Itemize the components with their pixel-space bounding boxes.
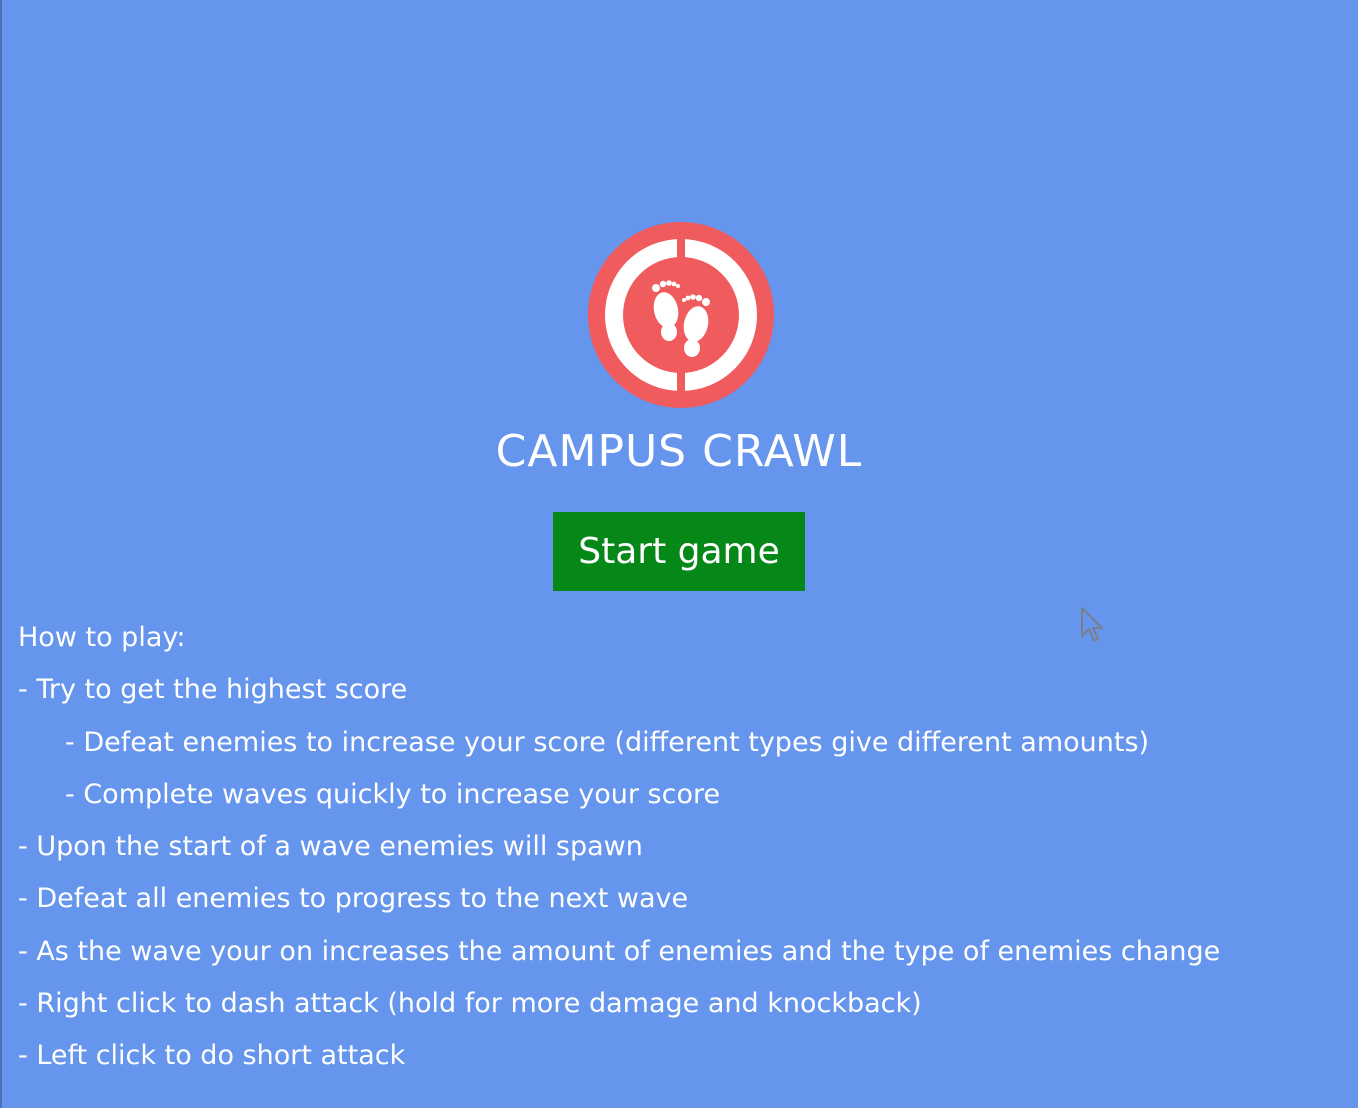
start-game-button[interactable]: Start game: [553, 512, 805, 591]
footprints-icon: [588, 222, 774, 408]
instruction-line: - As the wave your on increases the amou…: [18, 935, 1221, 967]
instruction-line: - Upon the start of a wave enemies will …: [18, 831, 643, 863]
game-title: CAMPUS CRAWL: [495, 426, 863, 477]
instruction-line: - Complete waves quickly to increase you…: [65, 778, 721, 810]
instruction-line: - Defeat all enemies to progress to the …: [18, 883, 689, 915]
how-to-play-panel: How to play: - Try to get the highest sc…: [18, 612, 1353, 1083]
instruction-line: - Try to get the highest score: [18, 674, 408, 706]
instruction-line: - Defeat enemies to increase your score …: [65, 726, 1150, 758]
instruction-line: - Right click to dash attack (hold for m…: [18, 988, 922, 1020]
game-logo: [586, 220, 776, 410]
how-to-play-heading: How to play:: [18, 622, 186, 653]
window-edge: [0, 0, 2, 1108]
mouse-cursor-icon: [1081, 607, 1103, 642]
instruction-line: - Left click to do short attack: [18, 1040, 406, 1072]
